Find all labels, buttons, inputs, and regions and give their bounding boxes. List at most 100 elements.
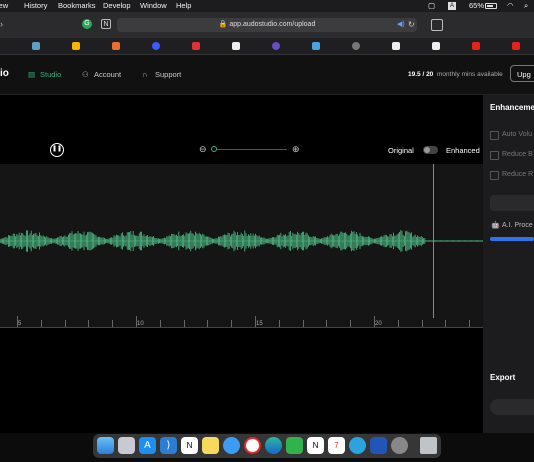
zoom-out-icon[interactable]: ⊖	[199, 144, 207, 155]
toggle-original-label: Original	[388, 146, 414, 155]
favorites-bar	[0, 38, 534, 55]
enhancement-sidebar	[483, 95, 534, 433]
numbers-icon[interactable]	[286, 437, 303, 454]
favorite-x-icon[interactable]	[112, 42, 120, 50]
menu-develop[interactable]: Develop	[103, 0, 131, 12]
calendar-icon[interactable]: 7	[328, 437, 345, 454]
notion-dock-icon-2[interactable]: N	[307, 437, 324, 454]
finder-icon[interactable]	[97, 437, 114, 454]
battery-percent: 65%	[469, 1, 485, 10]
favorite-pen-icon[interactable]	[192, 42, 200, 50]
timeline-tick	[88, 320, 90, 327]
input-source-icon[interactable]: A	[448, 2, 457, 10]
zoom-in-icon[interactable]: ⊕	[292, 144, 300, 155]
vscode-icon[interactable]: ⟩	[160, 437, 177, 454]
favorite-youtube-icon[interactable]	[472, 42, 480, 50]
menu-history[interactable]: History	[24, 0, 47, 12]
reduce-background-label: Reduce B	[502, 151, 533, 158]
notes-icon[interactable]	[202, 437, 219, 454]
playhead[interactable]	[433, 164, 434, 318]
zoom-slider-handle[interactable]	[211, 146, 217, 152]
bitwarden-icon[interactable]	[370, 437, 387, 454]
timeline-tick	[183, 320, 185, 327]
menu-bookmarks[interactable]: Bookmarks	[58, 0, 96, 12]
headphones-icon: ∩	[142, 70, 148, 79]
nav-studio[interactable]: Studio	[40, 70, 61, 80]
favorite-hex-icon[interactable]	[272, 42, 280, 50]
sidebar-toggle-icon[interactable]: ›	[0, 19, 3, 29]
menu-help[interactable]: Help	[176, 0, 191, 12]
export-button[interactable]	[490, 399, 534, 415]
enhance-button[interactable]	[490, 195, 534, 211]
safari-icon[interactable]	[223, 437, 240, 454]
grammarly-icon[interactable]: G	[82, 19, 92, 29]
timeline-tick	[350, 320, 352, 327]
timeline-tick	[326, 320, 328, 327]
upgrade-button[interactable]: Upg	[510, 65, 534, 82]
favorite-bird-icon[interactable]	[312, 42, 320, 50]
favorite-cube-icon[interactable]	[32, 42, 40, 50]
timeline-tick	[397, 320, 399, 327]
trash-icon[interactable]	[420, 437, 437, 454]
timeline-tick	[231, 320, 233, 327]
edge-icon[interactable]	[265, 437, 282, 454]
reload-icon[interactable]: ↻	[408, 20, 415, 29]
timeline-tick	[40, 320, 42, 327]
waveform[interactable]	[0, 164, 483, 328]
enhancements-title: Enhanceme	[490, 103, 534, 112]
menubar: View History Bookmarks Develop Window He…	[0, 0, 534, 12]
timeline-tick	[207, 320, 209, 327]
timeline-tick	[278, 320, 280, 327]
reduce-reverb-checkbox[interactable]	[490, 171, 499, 180]
auto-volume-checkbox[interactable]	[490, 131, 499, 140]
audio-playing-icon[interactable]: ◀)	[397, 20, 405, 28]
app-store-icon[interactable]: A	[139, 437, 156, 454]
favorite-youtube-icon-2[interactable]	[512, 42, 520, 50]
zoom-slider-track[interactable]	[213, 149, 287, 150]
favorite-amazon-icon-3[interactable]	[432, 42, 440, 50]
timeline-tick	[445, 320, 447, 327]
notion-icon[interactable]: N	[101, 19, 111, 29]
opera-icon[interactable]	[244, 437, 261, 454]
battery-icon[interactable]	[485, 3, 497, 9]
menu-window[interactable]: Window	[140, 0, 167, 12]
notion-dock-icon[interactable]: N	[181, 437, 198, 454]
timeline-label-20: 20	[375, 321, 382, 327]
system-preferences-icon[interactable]	[391, 437, 408, 454]
ai-process-label: A.I. Proce	[502, 222, 533, 229]
export-title: Export	[490, 373, 516, 382]
timeline-axis	[0, 327, 483, 328]
timeline-label-10: 10	[137, 321, 144, 327]
toggle-enhanced-label: Enhanced	[446, 146, 480, 155]
nav-account[interactable]: Account	[94, 70, 121, 80]
pause-button[interactable]: ❚❚	[50, 143, 64, 157]
timeline-label-5: 5	[18, 321, 22, 327]
timeline-label-15: 15	[256, 321, 263, 327]
share-icon[interactable]	[431, 19, 443, 31]
studio-icon: ▤	[28, 70, 36, 79]
spotlight-icon[interactable]: ⌕	[524, 0, 528, 12]
auto-volume-label: Auto Volu	[502, 131, 532, 138]
address-bar[interactable]: 🔒 app.audostudio.com/upload	[117, 18, 417, 32]
favorite-amazon-icon-2[interactable]	[392, 42, 400, 50]
favorite-circle-icon[interactable]	[352, 42, 360, 50]
dropbox-icon[interactable]: ▢	[428, 0, 435, 12]
timeline-tick	[112, 320, 114, 327]
timeline-tick	[302, 320, 304, 327]
timeline-tick	[421, 320, 423, 327]
minutes-label: monthly mins available	[437, 71, 503, 78]
favorite-c-icon[interactable]	[152, 42, 160, 50]
enhance-toggle[interactable]	[423, 146, 438, 154]
reduce-background-checkbox[interactable]	[490, 151, 499, 160]
wifi-icon[interactable]: ◠	[507, 0, 514, 12]
timeline-tick	[64, 320, 66, 327]
launchpad-icon[interactable]	[118, 437, 135, 454]
favorite-drive-icon[interactable]	[72, 42, 80, 50]
ai-progress-bar	[490, 237, 534, 241]
app-logo[interactable]: io	[0, 68, 9, 79]
nav-support[interactable]: Support	[155, 70, 181, 80]
telegram-icon[interactable]	[349, 437, 366, 454]
menu-view[interactable]: View	[0, 0, 8, 12]
url-text: app.audostudio.com/upload	[229, 21, 316, 28]
favorite-amazon-icon[interactable]	[232, 42, 240, 50]
